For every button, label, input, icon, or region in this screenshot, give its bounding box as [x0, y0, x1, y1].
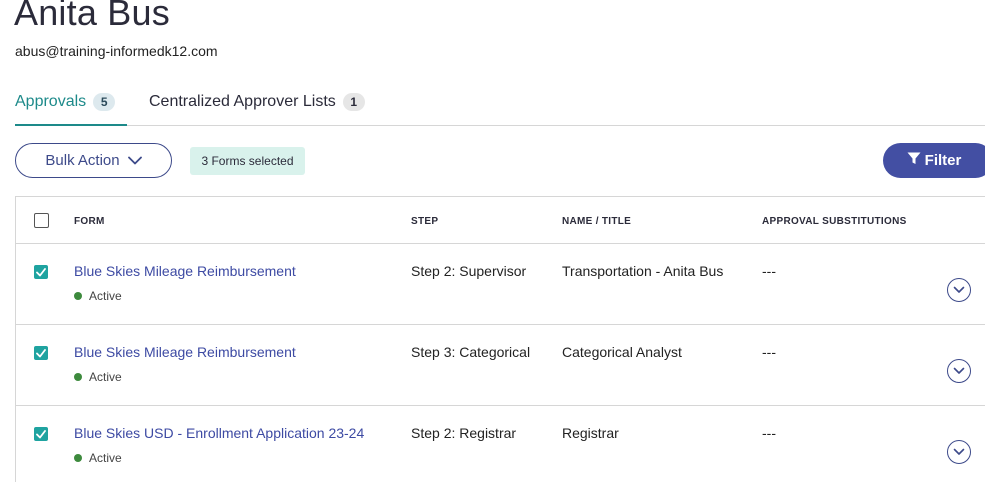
tab-centralized-count-badge: 1: [342, 93, 365, 111]
filter-button[interactable]: Filter: [883, 143, 985, 178]
status-dot-icon: [74, 373, 82, 381]
status-label: Active: [89, 451, 122, 465]
column-header-step[interactable]: STEP: [411, 216, 438, 227]
column-header-form[interactable]: FORM: [74, 216, 105, 227]
status-dot-icon: [74, 454, 82, 462]
bulk-action-label: Bulk Action: [45, 152, 120, 169]
forms-selected-badge: 3 Forms selected: [190, 147, 305, 175]
row-checkbox[interactable]: [34, 427, 48, 441]
approvals-table: FORM STEP NAME / TITLE APPROVAL SUBSTITU…: [15, 196, 985, 482]
name-title-cell: Registrar: [562, 425, 619, 441]
column-header-approval-substitutions[interactable]: APPROVAL SUBSTITUTIONS: [762, 216, 907, 227]
approvals-page: Anita Bus abus@training-informedk12.com …: [0, 0, 985, 482]
chevron-down-icon: [953, 367, 965, 374]
table-header-row: FORM STEP NAME / TITLE APPROVAL SUBSTITU…: [16, 197, 985, 244]
tab-approvals[interactable]: Approvals 5: [15, 90, 127, 126]
substitutions-cell: ---: [762, 425, 776, 441]
name-title-cell: Categorical Analyst: [562, 344, 682, 360]
funnel-icon: [907, 152, 921, 169]
form-link[interactable]: Blue Skies Mileage Reimbursement: [74, 344, 296, 360]
checkmark-icon: [36, 429, 46, 438]
status-label: Active: [89, 289, 122, 303]
checkmark-icon: [36, 267, 46, 276]
row-checkbox[interactable]: [34, 346, 48, 360]
substitutions-cell: ---: [762, 344, 776, 360]
table-row: Blue Skies Mileage Reimbursement Active …: [16, 244, 985, 325]
step-cell: Step 2: Supervisor: [411, 263, 527, 279]
chevron-down-icon: [953, 286, 965, 293]
status-label: Active: [89, 370, 122, 384]
row-checkbox[interactable]: [34, 265, 48, 279]
step-cell: Step 2: Registrar: [411, 425, 517, 441]
status-indicator: Active: [74, 370, 122, 384]
bulk-action-button[interactable]: Bulk Action: [15, 143, 172, 178]
form-link[interactable]: Blue Skies USD - Enrollment Application …: [74, 425, 364, 441]
name-title-cell: Transportation - Anita Bus: [562, 263, 724, 279]
page-title: Anita Bus: [14, 0, 170, 33]
tab-approvals-label: Approvals: [15, 93, 87, 110]
status-indicator: Active: [74, 451, 122, 465]
tab-approvals-count-badge: 5: [93, 93, 116, 111]
row-expand-button[interactable]: [947, 359, 971, 383]
tab-centralized-approver-lists[interactable]: Centralized Approver Lists 1: [149, 90, 365, 124]
column-header-name-title[interactable]: NAME / TITLE: [562, 216, 631, 227]
user-email: abus@training-informedk12.com: [15, 43, 218, 59]
row-expand-button[interactable]: [947, 278, 971, 302]
select-all-checkbox[interactable]: [34, 213, 49, 228]
chevron-down-icon: [127, 156, 142, 165]
step-cell: Step 3: Categorical: [411, 344, 531, 360]
substitutions-cell: ---: [762, 263, 776, 279]
tab-bar: Approvals 5 Centralized Approver Lists 1: [15, 90, 985, 126]
filter-label: Filter: [924, 152, 962, 169]
row-expand-button[interactable]: [947, 440, 971, 464]
form-link[interactable]: Blue Skies Mileage Reimbursement: [74, 263, 296, 279]
status-dot-icon: [74, 292, 82, 300]
checkmark-icon: [36, 348, 46, 357]
chevron-down-icon: [953, 448, 965, 455]
table-row: Blue Skies Mileage Reimbursement Active …: [16, 325, 985, 406]
table-row: Blue Skies USD - Enrollment Application …: [16, 406, 985, 482]
status-indicator: Active: [74, 289, 122, 303]
tab-centralized-label: Centralized Approver Lists: [149, 93, 336, 110]
